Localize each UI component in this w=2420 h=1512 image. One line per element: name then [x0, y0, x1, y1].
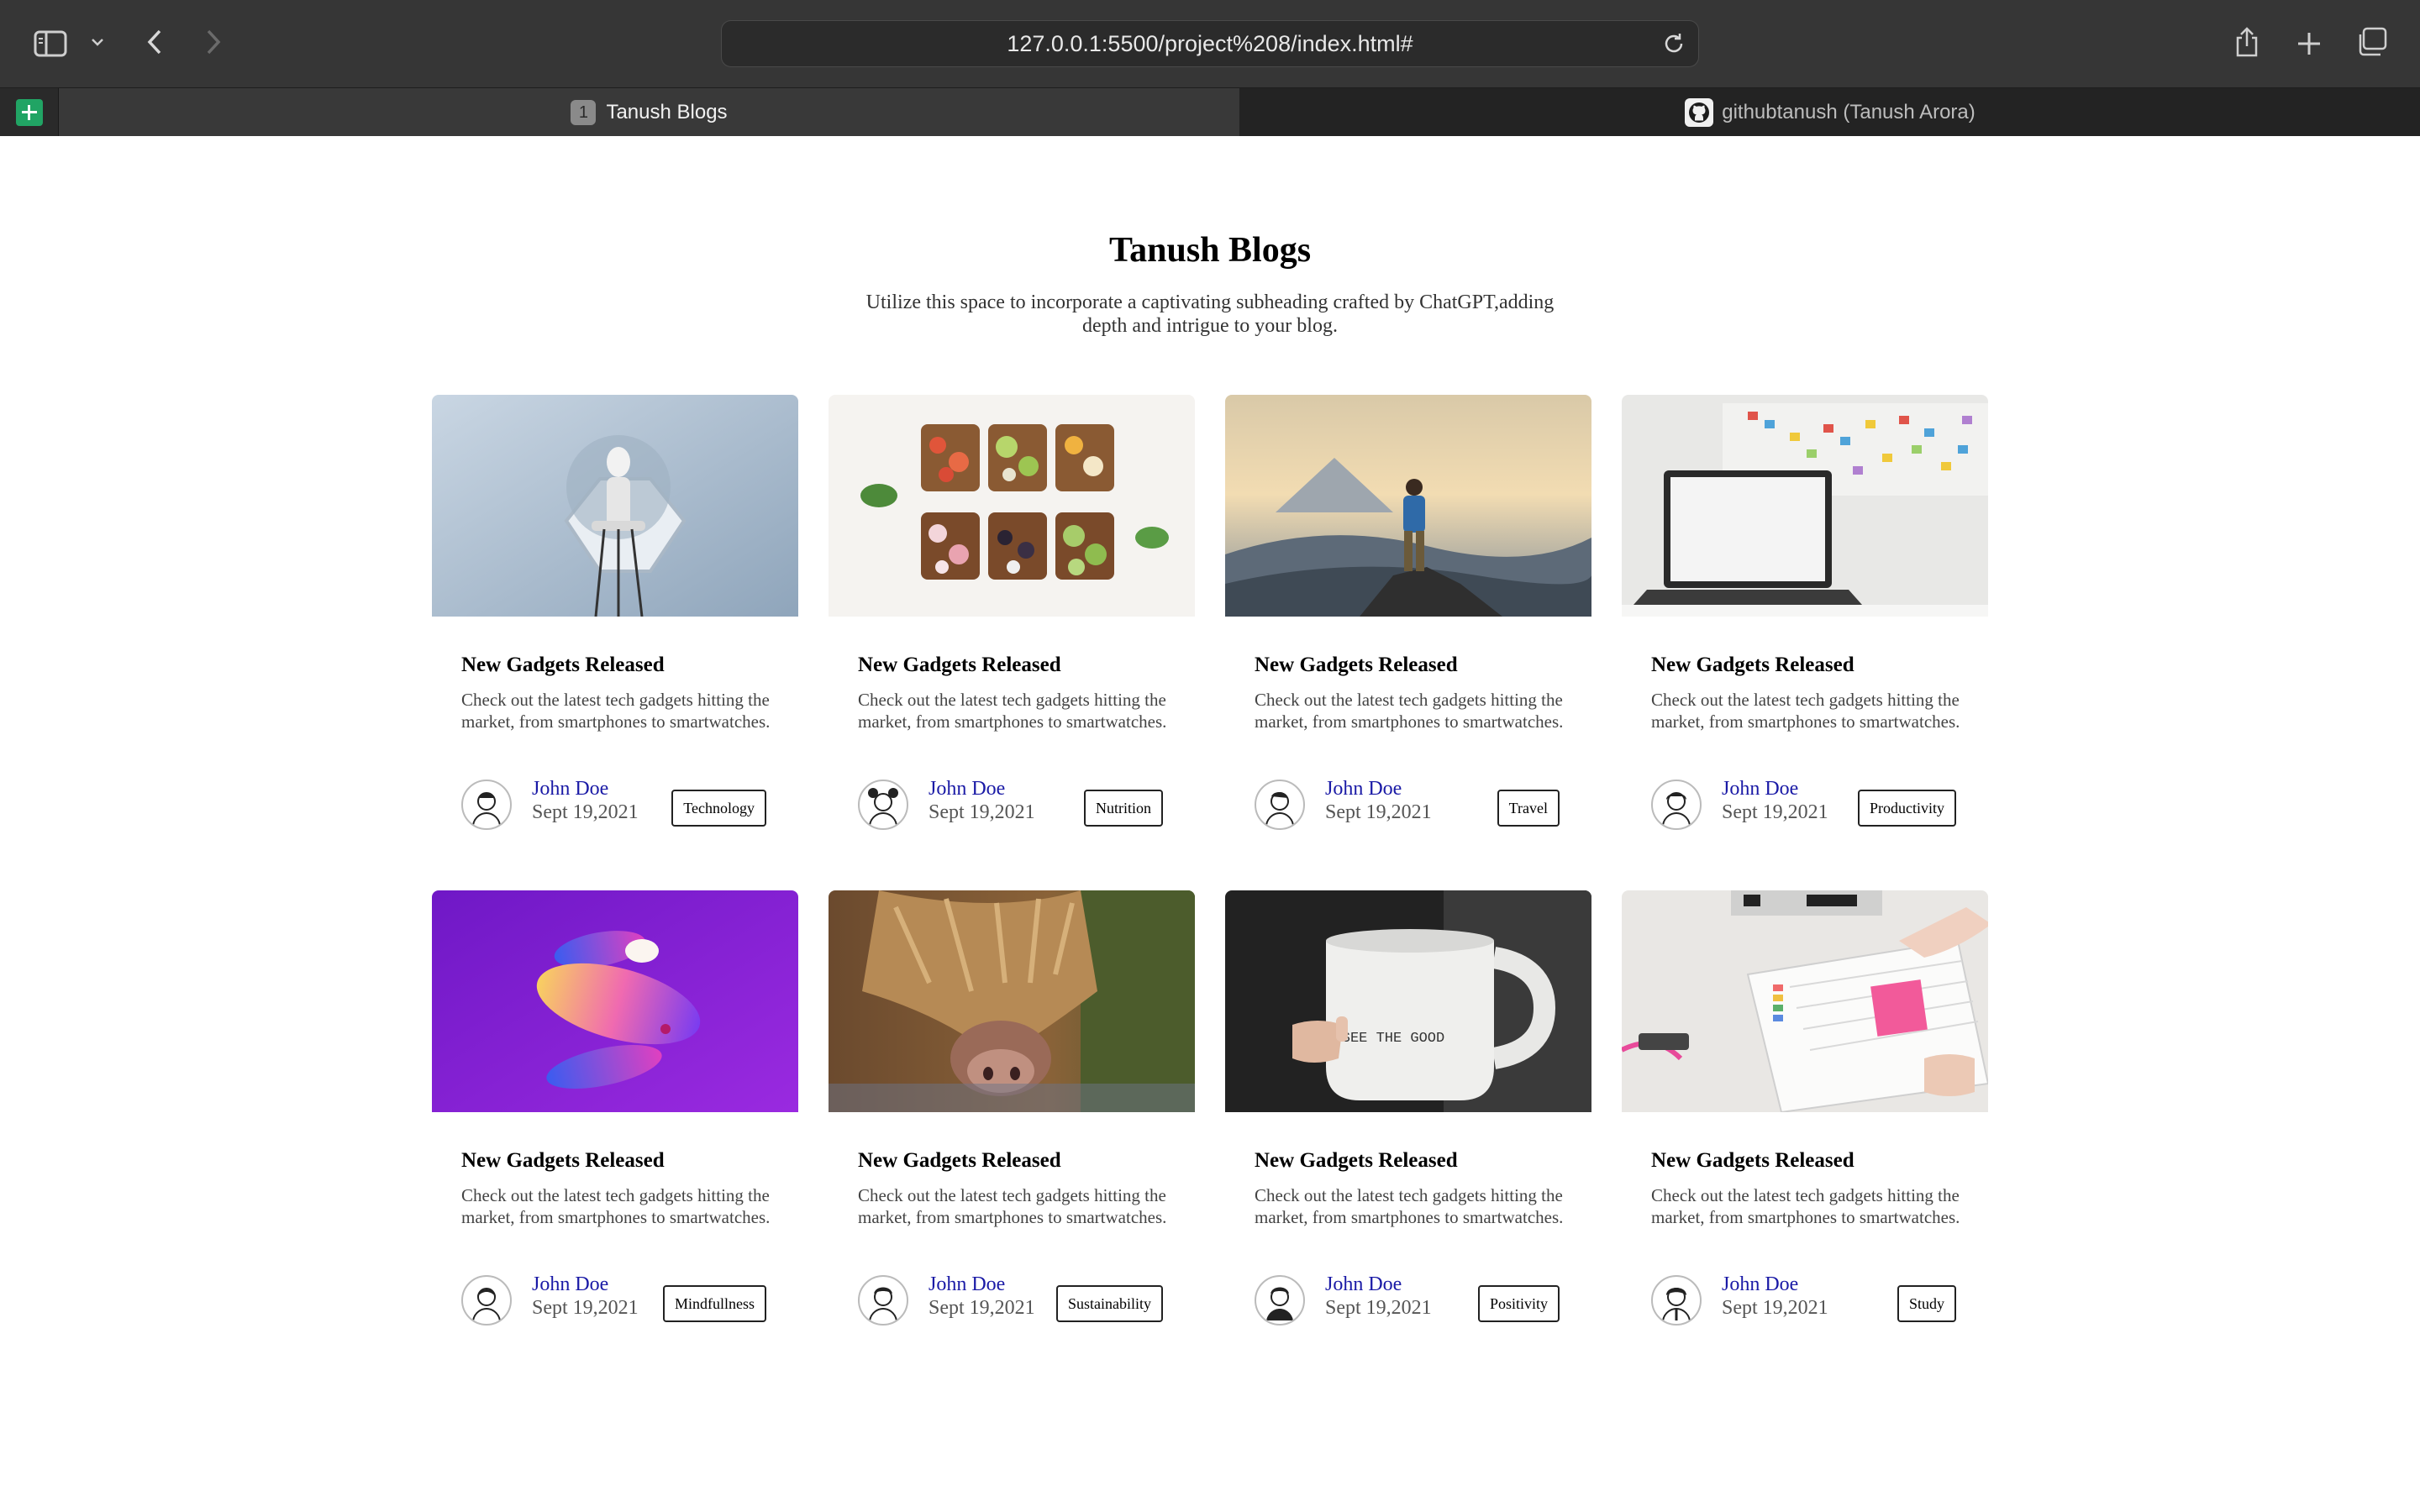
- blog-card[interactable]: New Gadgets Released Check out the lates…: [1622, 395, 1988, 865]
- back-icon[interactable]: [139, 25, 170, 59]
- tab-bar: 1 Tanush Blogs githubtanush (Tanush Aror…: [0, 87, 2420, 137]
- card-title[interactable]: New Gadgets Released: [1651, 1149, 1854, 1173]
- card-description: Check out the latest tech gadgets hittin…: [1255, 1185, 1564, 1227]
- card-description: Check out the latest tech gadgets hittin…: [858, 1185, 1167, 1227]
- blog-card[interactable]: New Gadgets Released Check out the lates…: [1622, 890, 1988, 1361]
- post-date: Sept 19,2021: [532, 1297, 639, 1319]
- post-date: Sept 19,2021: [1722, 801, 1828, 823]
- blog-card[interactable]: SEE THE GOOD New Gadgets Released Check …: [1225, 890, 1591, 1361]
- avatar: [1255, 1275, 1305, 1326]
- card-title[interactable]: New Gadgets Released: [1255, 654, 1458, 677]
- post-date: Sept 19,2021: [929, 1297, 1035, 1319]
- category-tag[interactable]: Mindfullness: [662, 1285, 766, 1322]
- pinned-tab-sheets[interactable]: [0, 88, 59, 137]
- card-description: Check out the latest tech gadgets hittin…: [1255, 690, 1564, 732]
- card-image-toasts[interactable]: [829, 395, 1195, 617]
- card-title[interactable]: New Gadgets Released: [858, 654, 1061, 677]
- card-image-laptop[interactable]: [1622, 395, 1988, 617]
- card-title[interactable]: New Gadgets Released: [461, 654, 665, 677]
- category-tag[interactable]: Travel: [1497, 790, 1560, 827]
- category-tag[interactable]: Study: [1897, 1285, 1956, 1322]
- avatar: [1651, 1275, 1702, 1326]
- tab-label: Tanush Blogs: [606, 101, 728, 123]
- category-tag[interactable]: Technology: [671, 790, 766, 827]
- category-tag[interactable]: Positivity: [1477, 1285, 1560, 1322]
- card-image-robot[interactable]: [432, 395, 798, 617]
- chevron-down-icon[interactable]: [87, 32, 108, 52]
- blog-card[interactable]: New Gadgets Released Check out the lates…: [432, 395, 798, 865]
- tab-github[interactable]: githubtanush (Tanush Arora): [1240, 88, 2420, 137]
- tab-overview-icon[interactable]: [2353, 24, 2390, 60]
- card-title[interactable]: New Gadgets Released: [858, 1149, 1061, 1173]
- sheets-icon: [15, 99, 43, 126]
- sidebar-toggle-icon[interactable]: [32, 25, 69, 62]
- author-name-link[interactable]: John Doe: [1325, 1273, 1402, 1296]
- category-tag[interactable]: Nutrition: [1084, 790, 1163, 827]
- post-date: Sept 19,2021: [1325, 801, 1432, 823]
- author-name-link[interactable]: John Doe: [929, 1273, 1005, 1296]
- author-name-link[interactable]: John Doe: [1722, 778, 1798, 801]
- card-image-abstract[interactable]: [432, 890, 798, 1112]
- address-bar[interactable]: 127.0.0.1:5500/project%208/index.html#: [721, 20, 1699, 67]
- url-text: 127.0.0.1:5500/project%208/index.html#: [1007, 30, 1413, 56]
- share-icon[interactable]: [2228, 24, 2265, 60]
- blog-page: Tanush Blogs Utilize this space to incor…: [0, 136, 2420, 1512]
- avatar: [461, 780, 512, 830]
- avatar: [858, 1275, 908, 1326]
- page-subtitle: Utilize this space to incorporate a capt…: [865, 291, 1555, 337]
- post-date: Sept 19,2021: [1722, 1297, 1828, 1319]
- blog-card[interactable]: New Gadgets Released Check out the lates…: [829, 395, 1195, 865]
- github-icon: [1685, 98, 1714, 127]
- card-description: Check out the latest tech gadgets hittin…: [1651, 690, 1960, 732]
- card-title[interactable]: New Gadgets Released: [1255, 1149, 1458, 1173]
- card-image-mountain[interactable]: [1225, 395, 1591, 617]
- mug-text: SEE THE GOOD: [1342, 1031, 1444, 1047]
- card-image-highland-cow[interactable]: [829, 890, 1195, 1112]
- card-title[interactable]: New Gadgets Released: [1651, 654, 1854, 677]
- author-name-link[interactable]: John Doe: [532, 1273, 608, 1296]
- category-tag[interactable]: Sustainability: [1056, 1285, 1163, 1322]
- card-description: Check out the latest tech gadgets hittin…: [858, 690, 1167, 732]
- card-image-mug[interactable]: SEE THE GOOD: [1225, 890, 1591, 1112]
- card-description: Check out the latest tech gadgets hittin…: [1651, 1185, 1960, 1227]
- post-date: Sept 19,2021: [1325, 1297, 1432, 1319]
- avatar: [461, 1275, 512, 1326]
- category-tag[interactable]: Productivity: [1858, 790, 1956, 827]
- avatar: [1651, 780, 1702, 830]
- card-title[interactable]: New Gadgets Released: [461, 1149, 665, 1173]
- blog-card[interactable]: New Gadgets Released Check out the lates…: [829, 890, 1195, 1361]
- blog-card[interactable]: New Gadgets Released Check out the lates…: [1225, 395, 1591, 865]
- page-title: Tanush Blogs: [1108, 231, 1312, 270]
- post-date: Sept 19,2021: [929, 801, 1035, 823]
- blog-card[interactable]: New Gadgets Released Check out the lates…: [432, 890, 798, 1361]
- author-name-link[interactable]: John Doe: [532, 778, 608, 801]
- tab-number-badge: 1: [571, 100, 597, 125]
- browser-toolbar: 127.0.0.1:5500/project%208/index.html#: [0, 0, 2420, 87]
- post-date: Sept 19,2021: [532, 801, 639, 823]
- tab-tanush-blogs[interactable]: 1 Tanush Blogs: [59, 88, 1240, 137]
- avatar: [858, 780, 908, 830]
- author-name-link[interactable]: John Doe: [1325, 778, 1402, 801]
- card-image-planner[interactable]: [1622, 890, 1988, 1112]
- card-description: Check out the latest tech gadgets hittin…: [461, 690, 771, 732]
- avatar: [1255, 780, 1305, 830]
- forward-icon[interactable]: [198, 25, 229, 59]
- tab-label: githubtanush (Tanush Arora): [1722, 101, 1975, 123]
- author-name-link[interactable]: John Doe: [1722, 1273, 1798, 1296]
- card-description: Check out the latest tech gadgets hittin…: [461, 1185, 771, 1227]
- new-tab-icon[interactable]: [2291, 25, 2328, 62]
- author-name-link[interactable]: John Doe: [929, 778, 1005, 801]
- reload-icon[interactable]: [1661, 31, 1686, 56]
